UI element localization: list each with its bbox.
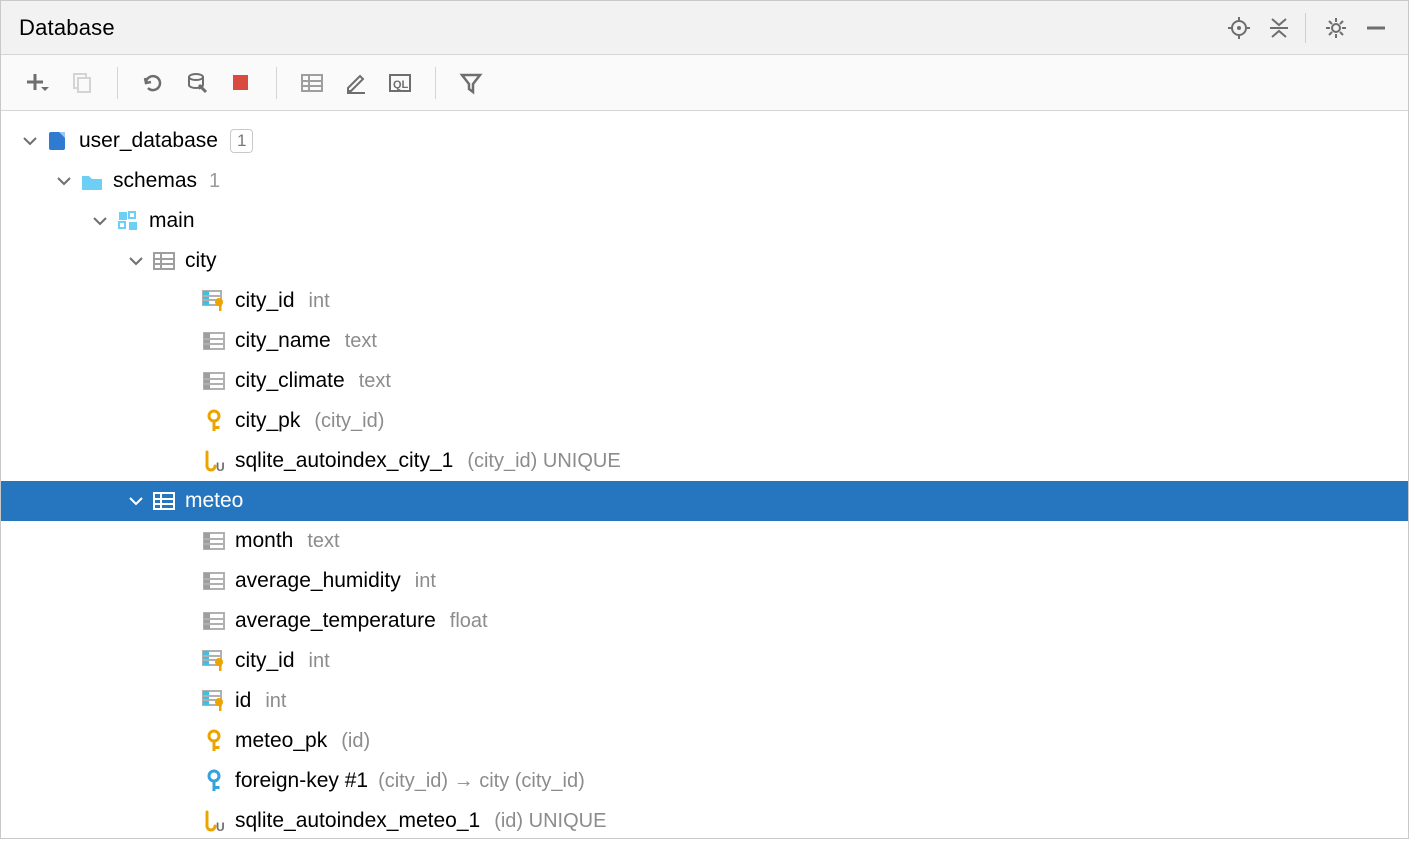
column-type: text — [359, 370, 391, 393]
datasource-properties-button[interactable] — [180, 66, 214, 100]
column-key-icon — [201, 288, 227, 314]
column-label: average_humidity — [235, 569, 401, 593]
node-column-avg-humidity[interactable]: average_humidity int — [1, 561, 1408, 601]
table-label: meteo — [185, 489, 243, 513]
index-label: sqlite_autoindex_meteo_1 — [235, 809, 480, 833]
toolbar-sep-3 — [435, 67, 436, 99]
edit-source-button[interactable] — [339, 66, 373, 100]
database-tree[interactable]: user_database 1 schemas 1 main city city… — [1, 111, 1408, 838]
node-column-meteo-id[interactable]: id int — [1, 681, 1408, 721]
key-icon — [201, 408, 227, 434]
column-icon — [201, 528, 227, 554]
node-index-meteo[interactable]: sqlite_autoindex_meteo_1 (id) UNIQUE — [1, 801, 1408, 838]
duplicate-button[interactable] — [65, 66, 99, 100]
hide-icon[interactable] — [1358, 10, 1394, 46]
index-detail: (city_id) UNIQUE — [467, 450, 620, 473]
column-label: id — [235, 689, 251, 713]
chevron-down-icon[interactable] — [127, 494, 145, 508]
toolbar-sep-1 — [117, 67, 118, 99]
schemas-count: 1 — [209, 170, 220, 193]
column-type: int — [309, 650, 330, 673]
index-label: sqlite_autoindex_city_1 — [235, 449, 453, 473]
pk-label: city_pk — [235, 409, 300, 433]
refresh-button[interactable] — [136, 66, 170, 100]
node-index-city[interactable]: sqlite_autoindex_city_1 (city_id) UNIQUE — [1, 441, 1408, 481]
toolbar-sep-2 — [276, 67, 277, 99]
column-type: text — [345, 330, 377, 353]
schema-icon — [115, 208, 141, 234]
node-column-avg-temperature[interactable]: average_temperature float — [1, 601, 1408, 641]
panel-title: Database — [19, 15, 115, 41]
column-icon — [201, 368, 227, 394]
column-type: text — [307, 530, 339, 553]
node-pk-meteo[interactable]: meteo_pk (id) — [1, 721, 1408, 761]
query-console-button[interactable] — [383, 66, 417, 100]
table-label: city — [185, 249, 217, 273]
table-view-button[interactable] — [295, 66, 329, 100]
collapse-all-icon[interactable] — [1261, 10, 1297, 46]
index-icon — [201, 808, 227, 834]
datasource-count-badge: 1 — [230, 129, 253, 153]
column-label: city_id — [235, 649, 295, 673]
schema-label: main — [149, 209, 195, 233]
folder-icon — [79, 168, 105, 194]
node-pk-city[interactable]: city_pk (city_id) — [1, 401, 1408, 441]
fk-label: foreign-key #1 — [235, 769, 368, 793]
pk-label: meteo_pk — [235, 729, 327, 753]
column-icon — [201, 608, 227, 634]
titlebar: Database — [1, 1, 1408, 55]
column-label: month — [235, 529, 293, 553]
filter-button[interactable] — [454, 66, 488, 100]
column-type: int — [265, 690, 286, 713]
column-type: float — [450, 610, 488, 633]
column-key-icon — [201, 648, 227, 674]
pk-detail: (id) — [341, 730, 370, 753]
database-tool-window: Database user_database 1 sc — [0, 0, 1409, 839]
node-schema-main[interactable]: main — [1, 201, 1408, 241]
key-icon — [201, 728, 227, 754]
stop-button[interactable] — [224, 66, 258, 100]
chevron-down-icon[interactable] — [55, 174, 73, 188]
datasource-icon — [45, 128, 71, 154]
index-detail: (id) UNIQUE — [494, 810, 606, 833]
node-datasource[interactable]: user_database 1 — [1, 121, 1408, 161]
column-type: int — [415, 570, 436, 593]
node-table-city[interactable]: city — [1, 241, 1408, 281]
settings-icon[interactable] — [1318, 10, 1354, 46]
column-type: int — [309, 290, 330, 313]
node-column-city-climate[interactable]: city_climate text — [1, 361, 1408, 401]
chevron-down-icon[interactable] — [91, 214, 109, 228]
node-column-city-name[interactable]: city_name text — [1, 321, 1408, 361]
table-icon — [151, 488, 177, 514]
column-label: city_id — [235, 289, 295, 313]
node-column-meteo-city-id[interactable]: city_id int — [1, 641, 1408, 681]
column-icon — [201, 568, 227, 594]
column-label: city_name — [235, 329, 331, 353]
datasource-label: user_database — [79, 129, 218, 153]
column-label: city_climate — [235, 369, 345, 393]
index-icon — [201, 448, 227, 474]
column-key-icon — [201, 688, 227, 714]
pk-detail: (city_id) — [314, 410, 384, 433]
node-schemas[interactable]: schemas 1 — [1, 161, 1408, 201]
foreign-key-icon — [201, 768, 227, 794]
locate-icon[interactable] — [1221, 10, 1257, 46]
column-label: average_temperature — [235, 609, 436, 633]
toolbar — [1, 55, 1408, 111]
chevron-down-icon[interactable] — [21, 134, 39, 148]
titlebar-separator — [1305, 13, 1306, 43]
schemas-label: schemas — [113, 169, 197, 193]
node-column-city-id[interactable]: city_id int — [1, 281, 1408, 321]
node-column-month[interactable]: month text — [1, 521, 1408, 561]
table-icon — [151, 248, 177, 274]
fk-detail: (city_id) → city (city_id) — [378, 770, 585, 793]
chevron-down-icon[interactable] — [127, 254, 145, 268]
column-icon — [201, 328, 227, 354]
node-fk-meteo[interactable]: foreign-key #1 (city_id) → city (city_id… — [1, 761, 1408, 801]
new-button[interactable] — [21, 66, 55, 100]
node-table-meteo[interactable]: meteo — [1, 481, 1408, 521]
